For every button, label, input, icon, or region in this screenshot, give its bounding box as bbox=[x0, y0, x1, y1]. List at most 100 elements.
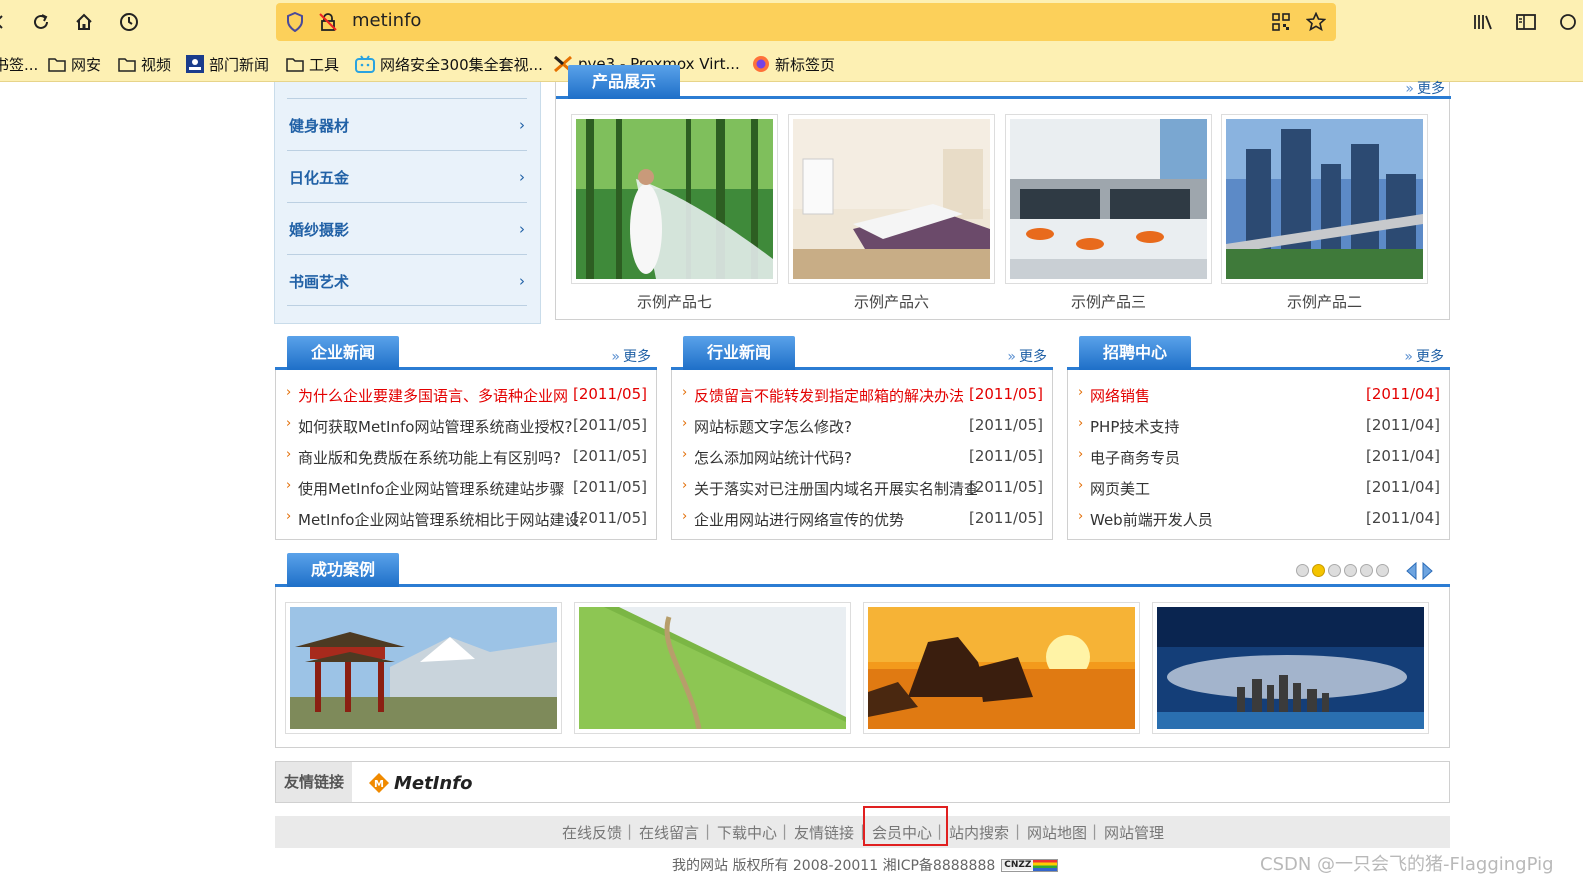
footer-link[interactable]: 下载中心 bbox=[717, 822, 777, 843]
case-image bbox=[868, 607, 1135, 729]
library-icon[interactable] bbox=[1470, 10, 1496, 34]
extension-icon[interactable] bbox=[1555, 10, 1581, 34]
job-item[interactable]: › Web前端开发人员 [2011/04] bbox=[1068, 509, 1449, 540]
product-caption[interactable]: 示例产品三 bbox=[1005, 291, 1212, 312]
more-link[interactable]: » 更多 bbox=[1404, 346, 1444, 366]
arrow-bullet-icon: › bbox=[682, 385, 688, 400]
cnzz-badge[interactable]: CNZZ bbox=[1001, 858, 1059, 872]
jobs-header: 招聘中心 » 更多 bbox=[1067, 336, 1450, 370]
bookmark-star-icon[interactable] bbox=[1306, 12, 1326, 32]
highlight-box bbox=[863, 806, 948, 846]
footer-link[interactable]: 网站地图 bbox=[1027, 822, 1087, 843]
address-bar[interactable]: metinfo bbox=[276, 3, 1336, 41]
carousel-next-icon[interactable] bbox=[1422, 561, 1434, 584]
sidebar-item[interactable]: 日化五金 › bbox=[287, 150, 527, 202]
news-item[interactable]: › 为什么企业要建多国语言、多语种企业网 [2011/05] bbox=[276, 385, 656, 416]
bookmark-folder[interactable]: 网安 bbox=[48, 52, 101, 76]
product-caption[interactable]: 示例产品二 bbox=[1221, 291, 1428, 312]
folder-icon bbox=[118, 58, 136, 72]
footer-link[interactable]: 网站管理 bbox=[1104, 822, 1164, 843]
back-icon[interactable] bbox=[0, 8, 14, 36]
shield-icon[interactable] bbox=[285, 12, 305, 32]
case-card[interactable] bbox=[285, 602, 562, 734]
bookmark-folder[interactable]: 工具 bbox=[286, 52, 339, 76]
footer-link[interactable]: 在线留言 bbox=[639, 822, 699, 843]
product-card[interactable] bbox=[1005, 114, 1212, 284]
bookmark-item[interactable]: 书签... bbox=[0, 52, 38, 76]
double-chevron-icon: » bbox=[1007, 349, 1016, 365]
news-item[interactable]: › 使用MetInfo企业网站管理系统建站步骤 [2011/05] bbox=[276, 478, 656, 509]
industry-news-tab[interactable]: 行业新闻 bbox=[683, 336, 796, 370]
metinfo-logo[interactable]: M MetInfo bbox=[368, 770, 472, 796]
case-image bbox=[1157, 607, 1424, 729]
sidebar-toggle-icon[interactable] bbox=[1513, 10, 1539, 34]
qr-code-icon[interactable] bbox=[1271, 12, 1291, 32]
double-chevron-icon: » bbox=[1404, 349, 1413, 365]
arrow-bullet-icon: › bbox=[1078, 385, 1084, 400]
arrow-bullet-icon: › bbox=[682, 416, 688, 431]
product-image bbox=[576, 119, 773, 279]
insecure-lock-icon[interactable] bbox=[318, 12, 338, 32]
job-item[interactable]: › 网页美工 [2011/04] bbox=[1068, 478, 1449, 509]
news-item[interactable]: › 商业版和免费版在系统功能上有区别吗? [2011/05] bbox=[276, 447, 656, 478]
product-caption[interactable]: 示例产品六 bbox=[788, 291, 995, 312]
carousel-prev-icon[interactable] bbox=[1405, 561, 1417, 584]
news-item[interactable]: › 网站标题文字怎么修改? [2011/05] bbox=[672, 416, 1052, 447]
chevron-right-icon: › bbox=[519, 272, 525, 290]
product-card[interactable] bbox=[788, 114, 995, 284]
cases-tab[interactable]: 成功案例 bbox=[287, 553, 400, 587]
job-item[interactable]: › 电子商务专员 [2011/04] bbox=[1068, 447, 1449, 478]
job-item[interactable]: › PHP技术支持 [2011/04] bbox=[1068, 416, 1449, 447]
products-tab[interactable]: 产品展示 bbox=[568, 65, 681, 99]
news-item[interactable]: › 反馈留言不能转发到指定邮箱的解决办法 [2011/05] bbox=[672, 385, 1052, 416]
footer-link[interactable]: 站内搜索 bbox=[949, 822, 1009, 843]
more-link[interactable]: » 更多 bbox=[1007, 346, 1047, 366]
sidebar-item[interactable]: 健身器材 › bbox=[287, 98, 527, 150]
sidebar-item[interactable]: 书画艺术 › bbox=[287, 254, 527, 306]
carousel-dot[interactable] bbox=[1360, 564, 1373, 577]
product-card[interactable] bbox=[571, 114, 778, 284]
case-image bbox=[579, 607, 846, 730]
company-news-tab[interactable]: 企业新闻 bbox=[287, 336, 400, 370]
home-icon[interactable] bbox=[70, 8, 98, 36]
bookmark-folder[interactable]: 视频 bbox=[118, 52, 171, 76]
footer-separator: | bbox=[627, 822, 633, 840]
carousel-dot-active[interactable] bbox=[1312, 564, 1325, 577]
carousel-dot[interactable] bbox=[1296, 564, 1309, 577]
case-card[interactable] bbox=[574, 602, 851, 734]
more-link[interactable]: » 更多 bbox=[611, 346, 651, 366]
news-site-icon bbox=[186, 55, 204, 73]
news-item[interactable]: › 企业用网站进行网络宣传的优势 [2011/05] bbox=[672, 509, 1052, 540]
history-icon[interactable] bbox=[115, 8, 143, 36]
industry-news-header: 行业新闻 » 更多 bbox=[671, 336, 1053, 370]
carousel-dot[interactable] bbox=[1328, 564, 1341, 577]
metinfo-logo-icon: M bbox=[369, 773, 389, 793]
reload-icon[interactable] bbox=[27, 8, 55, 36]
product-card[interactable] bbox=[1221, 114, 1428, 284]
news-item[interactable]: › 如何获取MetInfo网站管理系统商业授权? [2011/05] bbox=[276, 416, 656, 447]
bookmark-item[interactable]: 网络安全300集全套视... bbox=[355, 52, 543, 76]
jobs-tab[interactable]: 招聘中心 bbox=[1079, 336, 1192, 370]
news-item[interactable]: › 关于落实对已注册国内域名开展实名制清查 [2011/05] bbox=[672, 478, 1052, 509]
csdn-watermark: CSDN @一只会飞的猪-FlaggingPig bbox=[1260, 854, 1554, 875]
carousel-dot[interactable] bbox=[1376, 564, 1389, 577]
case-card[interactable] bbox=[863, 602, 1140, 734]
case-card[interactable] bbox=[1152, 602, 1429, 734]
news-item[interactable]: › MetInfo企业网站管理系统相比于网站建设公 [2011/05] bbox=[276, 509, 656, 540]
sidebar-item-label: 日化五金 bbox=[289, 169, 350, 187]
product-caption[interactable]: 示例产品七 bbox=[571, 291, 778, 312]
product-image bbox=[1010, 119, 1207, 279]
jobs-panel: 招聘中心 » 更多 › 网络销售 [2011/04] › PHP技术支持 [2011/04… bbox=[1067, 336, 1450, 540]
sidebar-item-label: 健身器材 bbox=[289, 117, 350, 135]
arrow-bullet-icon: › bbox=[1078, 509, 1084, 524]
sidebar-item[interactable]: 婚纱摄影 › bbox=[287, 202, 527, 254]
news-item[interactable]: › 怎么添加网站统计代码? [2011/05] bbox=[672, 447, 1052, 478]
case-image bbox=[290, 607, 557, 729]
bookmark-item[interactable]: 部门新闻 bbox=[186, 52, 269, 76]
footer-link[interactable]: 在线反馈 bbox=[562, 822, 622, 843]
url-text[interactable]: metinfo bbox=[352, 10, 421, 31]
more-link[interactable]: » 更多 bbox=[1405, 78, 1445, 98]
job-item[interactable]: › 网络销售 [2011/04] bbox=[1068, 385, 1449, 416]
carousel-dot[interactable] bbox=[1344, 564, 1357, 577]
footer-link[interactable]: 友情链接 bbox=[794, 822, 854, 843]
